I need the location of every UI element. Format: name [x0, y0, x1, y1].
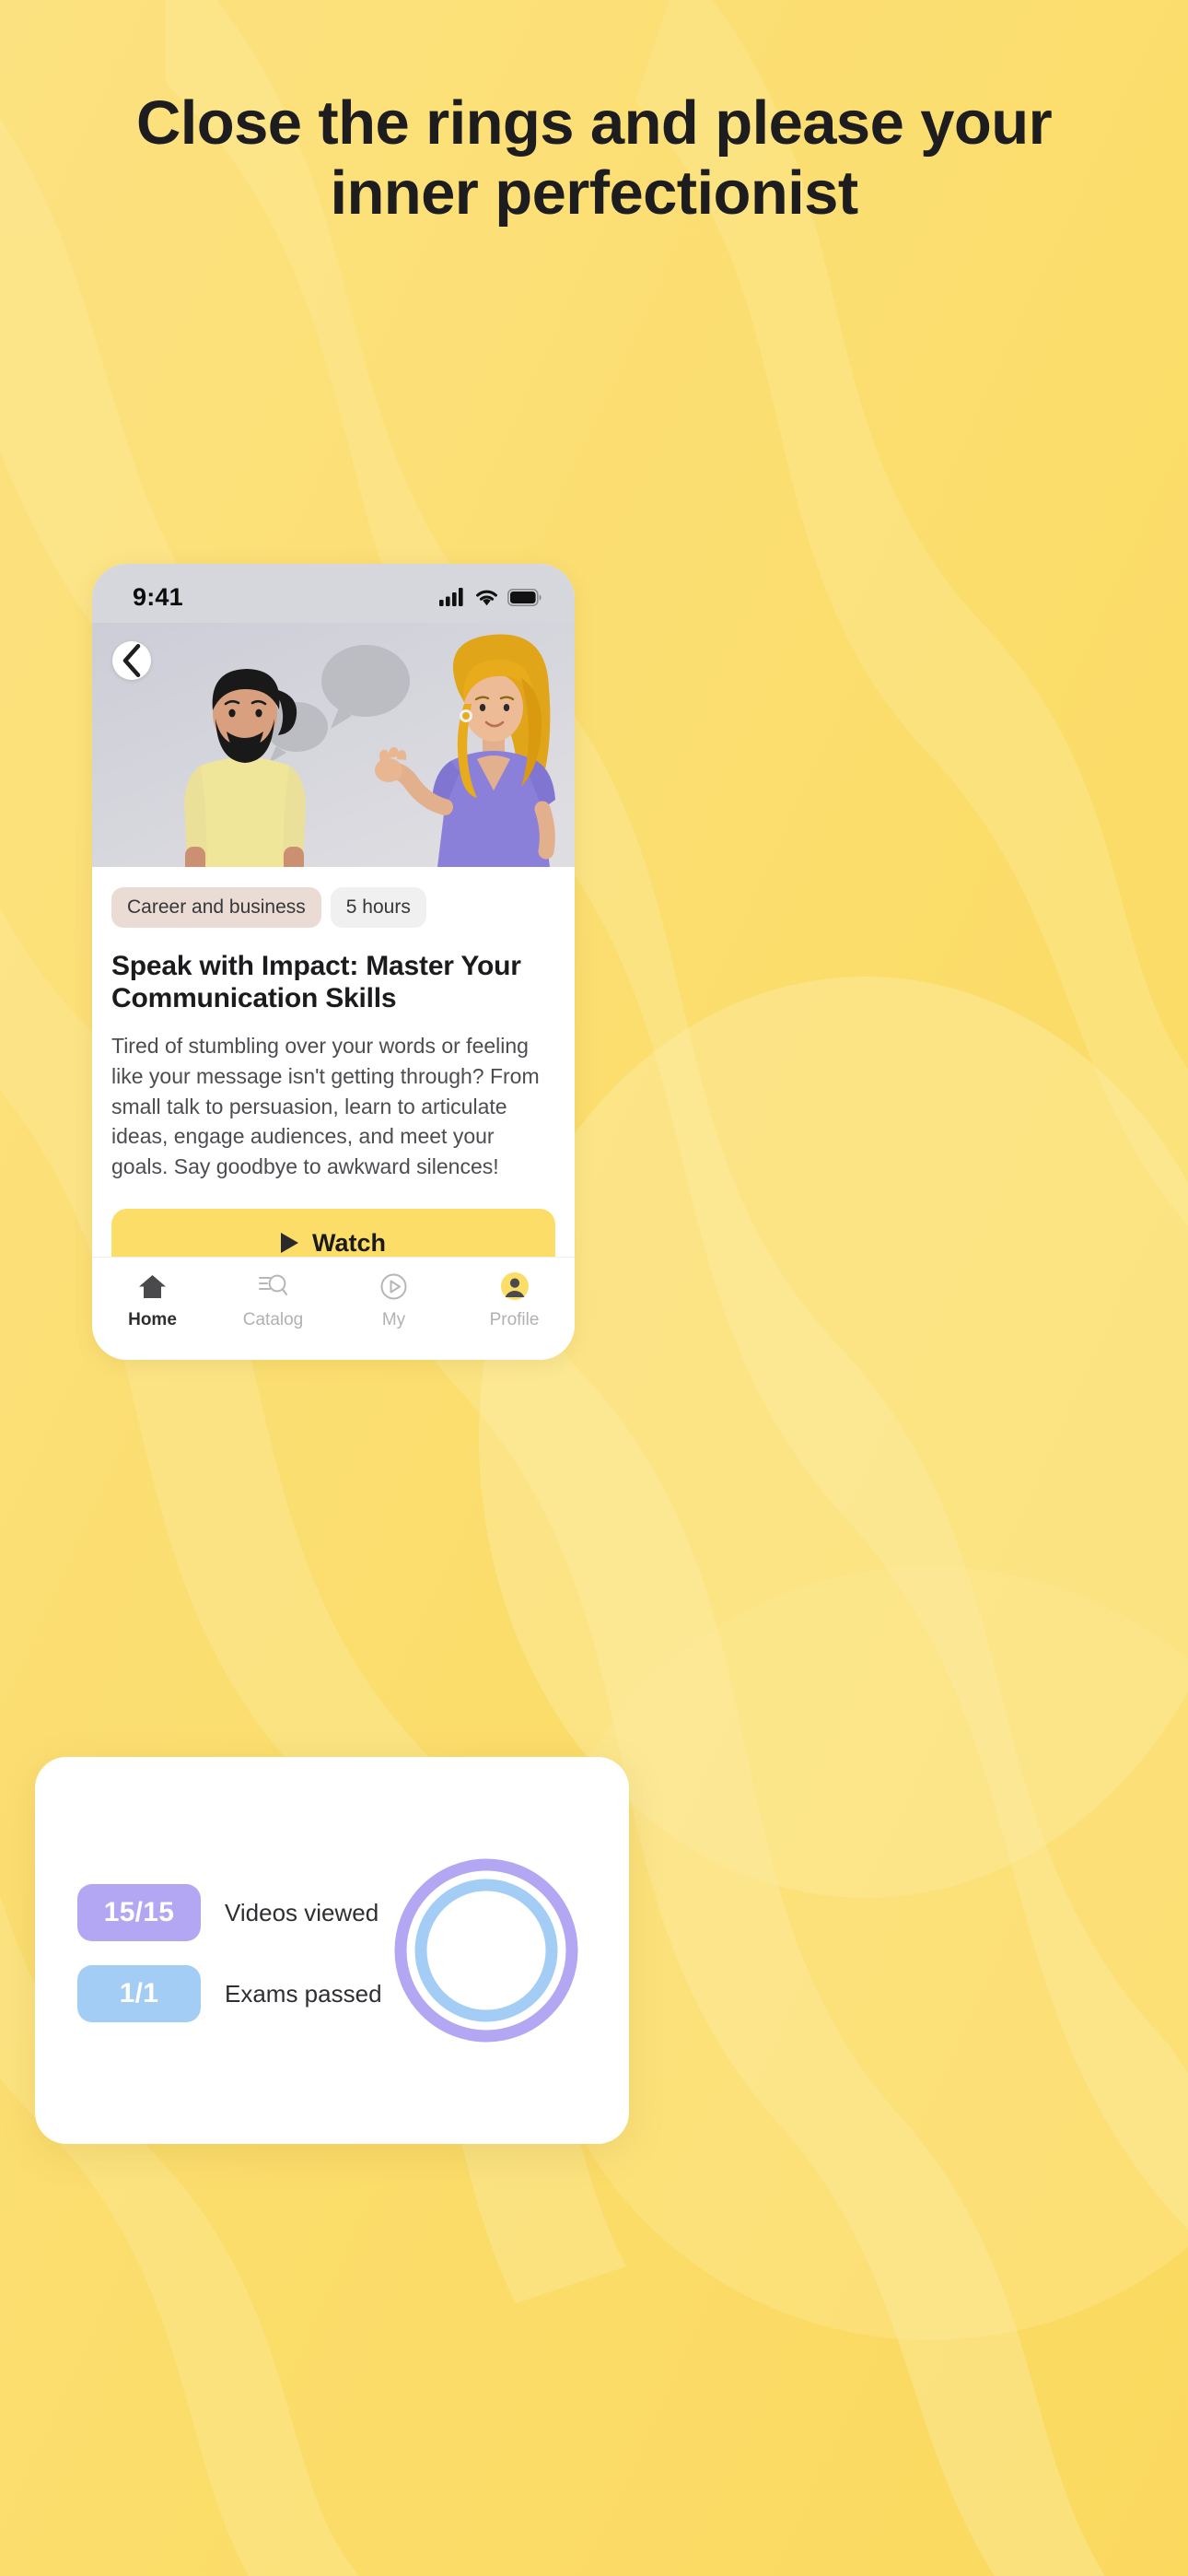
- status-bar-time: 9:41: [133, 582, 183, 611]
- illustration-two-people-talking: [92, 623, 575, 867]
- cellular-signal-icon: [439, 588, 463, 606]
- tab-catalog-label: Catalog: [242, 1310, 304, 1329]
- page-title: Close the rings and please your inner pe…: [135, 88, 1053, 228]
- chevron-left-icon: [122, 643, 141, 678]
- home-icon: [138, 1270, 167, 1302]
- course-hero-image: [92, 623, 575, 867]
- course-description: Tired of stumbling over your words or fe…: [111, 1034, 540, 1178]
- status-bar: 9:41: [92, 564, 575, 623]
- tag-category[interactable]: Career and business: [111, 887, 321, 928]
- catalog-search-icon: [258, 1270, 288, 1302]
- play-icon: [281, 1233, 298, 1254]
- exams-passed-label: Exams passed: [225, 1979, 382, 2008]
- progress-card: 15/15 Videos viewed 1/1 Exams passed: [35, 1757, 629, 2144]
- tab-home[interactable]: Home: [92, 1270, 213, 1330]
- progress-rings: [390, 1854, 583, 2047]
- tab-profile-label: Profile: [489, 1310, 540, 1329]
- tab-catalog[interactable]: Catalog: [213, 1270, 333, 1330]
- videos-viewed-badge: 15/15: [77, 1884, 201, 1941]
- stat-row-exams: 1/1 Exams passed: [77, 1965, 382, 2022]
- stat-row-videos: 15/15 Videos viewed: [77, 1884, 382, 1941]
- progress-rings-svg: [394, 1858, 578, 2043]
- battery-icon: [507, 588, 542, 606]
- watch-button-label: Watch: [312, 1228, 386, 1257]
- wifi-icon: [476, 590, 497, 606]
- tag-duration[interactable]: 5 hours: [330, 887, 426, 928]
- back-button[interactable]: [112, 641, 151, 680]
- course-title: Speak with Impact: Master Your Communica…: [111, 951, 521, 1014]
- course-tags: Career and business 5 hours: [111, 887, 555, 928]
- play-circle-icon: [379, 1270, 408, 1302]
- progress-stats: 15/15 Videos viewed 1/1 Exams passed: [77, 1879, 382, 2022]
- tab-home-label: Home: [128, 1310, 177, 1329]
- tab-profile[interactable]: Profile: [454, 1270, 575, 1330]
- exams-passed-badge: 1/1: [77, 1965, 201, 2022]
- videos-viewed-label: Videos viewed: [225, 1898, 379, 1926]
- bottom-navigation: Home Catalog My Profile: [92, 1257, 575, 1360]
- profile-avatar-icon: [500, 1270, 530, 1302]
- tab-my[interactable]: My: [333, 1270, 454, 1330]
- tab-my-label: My: [381, 1310, 406, 1329]
- phone-mockup: 9:41 Career and business 5 hours Speak w…: [92, 564, 575, 1360]
